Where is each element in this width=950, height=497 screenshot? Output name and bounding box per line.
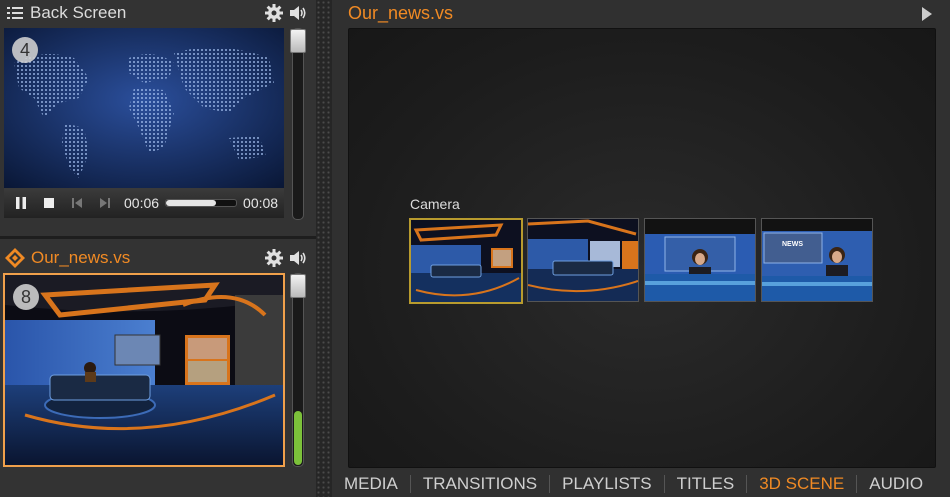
gear-icon[interactable] xyxy=(264,248,284,268)
panel-splitter[interactable] xyxy=(316,0,332,497)
panel-divider xyxy=(0,236,316,239)
next-button[interactable] xyxy=(94,192,116,214)
scene-editor-panel: Our_news.vs Camera NEWS MEDIA TRANSITION… xyxy=(332,0,950,497)
tab-3d-scene[interactable]: 3D SCENE xyxy=(747,474,856,494)
previous-button[interactable] xyxy=(66,192,88,214)
news-studio-image xyxy=(5,275,283,465)
current-time: 00:06 xyxy=(124,195,160,211)
transport-bar: 00:06 00:08 xyxy=(4,188,284,218)
tab-titles[interactable]: TITLES xyxy=(665,474,747,494)
volume-thumb[interactable] xyxy=(290,274,306,298)
camera-thumb-2[interactable] xyxy=(527,218,639,302)
pause-button[interactable] xyxy=(10,192,32,214)
camera-thumb-4[interactable]: NEWS xyxy=(761,218,873,302)
volume-thumb[interactable] xyxy=(290,29,306,53)
scene-preview-monitor[interactable]: 8 xyxy=(3,273,285,467)
gear-icon[interactable] xyxy=(264,3,284,23)
slot-number-badge: 4 xyxy=(12,37,38,63)
play-arrow-icon[interactable] xyxy=(922,7,932,21)
pause-icon xyxy=(16,197,26,209)
total-time: 00:08 xyxy=(243,195,279,211)
camera-label: Camera xyxy=(410,196,460,212)
scene-preview-title: Our_news.vs xyxy=(31,248,131,267)
tab-media[interactable]: MEDIA xyxy=(332,474,410,494)
stop-icon xyxy=(44,198,54,208)
speaker-icon[interactable] xyxy=(288,3,308,23)
camera-thumb-3[interactable] xyxy=(644,218,756,302)
back-screen-volume-slider[interactable] xyxy=(290,28,306,220)
tab-transitions[interactable]: TRANSITIONS xyxy=(411,474,549,494)
world-map-image xyxy=(4,28,284,188)
scene-title: Our_news.vs xyxy=(348,3,454,23)
news-logo-text: NEWS xyxy=(782,241,803,248)
back-screen-header: Back Screen xyxy=(0,0,316,26)
scene-stage: Camera NEWS xyxy=(348,28,936,468)
skip-back-icon xyxy=(72,198,82,208)
playback-progress-fill xyxy=(166,200,217,206)
camera-thumb-image: NEWS xyxy=(762,219,872,301)
camera-thumb-image xyxy=(411,220,521,302)
list-icon[interactable] xyxy=(6,4,24,22)
camera-thumb-image xyxy=(528,219,638,301)
scene-preview-header: Our_news.vs xyxy=(0,245,316,271)
playback-progress[interactable] xyxy=(165,199,238,207)
scene-preview-volume-slider[interactable] xyxy=(290,273,306,467)
volume-level-fill xyxy=(294,411,302,465)
back-screen-title: Back Screen xyxy=(30,3,127,22)
speaker-icon[interactable] xyxy=(288,248,308,268)
back-screen-monitor[interactable]: 4 xyxy=(4,28,284,188)
scene-diamond-icon xyxy=(5,248,25,268)
camera-thumb-1[interactable] xyxy=(409,218,523,304)
left-panel: Back Screen 4 00:06 00:08 Our_news.vs 8 xyxy=(0,0,316,497)
tab-audio[interactable]: AUDIO xyxy=(857,474,935,494)
skip-forward-icon xyxy=(100,198,110,208)
camera-thumb-image xyxy=(645,219,755,301)
tab-playlists[interactable]: PLAYLISTS xyxy=(550,474,663,494)
module-tabs: MEDIA TRANSITIONS PLAYLISTS TITLES 3D SCENE A… xyxy=(332,470,950,497)
slot-number-badge: 8 xyxy=(13,284,39,310)
stop-button[interactable] xyxy=(38,192,60,214)
